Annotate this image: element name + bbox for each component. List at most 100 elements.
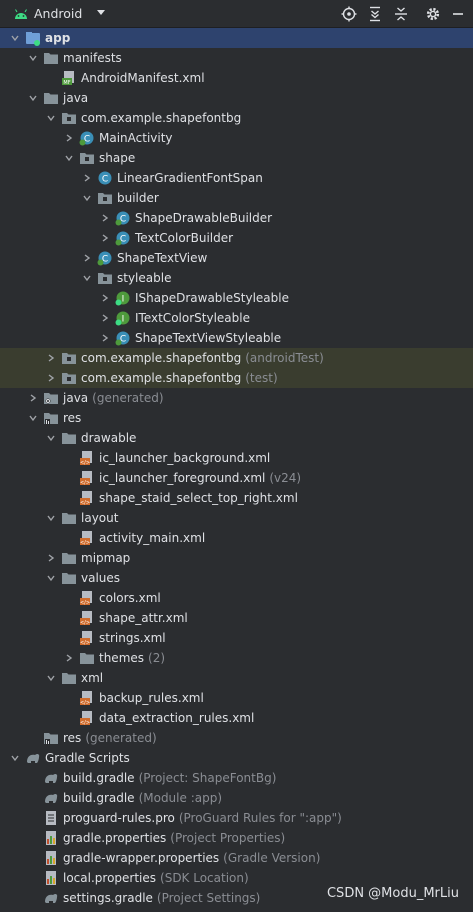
tree-row-name: values bbox=[81, 571, 121, 585]
tree-row-label: LinearGradientFontSpan bbox=[117, 168, 263, 188]
tree-row[interactable]: gradle-wrapper.properties (Gradle Version… bbox=[0, 848, 473, 868]
expand-all-icon[interactable] bbox=[367, 6, 383, 22]
chevron-down-icon[interactable] bbox=[47, 434, 55, 442]
chevron-right-icon[interactable] bbox=[101, 334, 109, 342]
tree-row[interactable]: java bbox=[0, 88, 473, 108]
resource-folder-icon bbox=[44, 733, 58, 745]
chevron-down-icon[interactable] bbox=[11, 754, 19, 762]
chevron-right-icon[interactable] bbox=[83, 174, 91, 182]
tree-row[interactable]: manifests bbox=[0, 48, 473, 68]
class-icon: C bbox=[115, 231, 130, 246]
tree-row[interactable]: local.properties (SDK Location) bbox=[0, 868, 473, 888]
tree-row-name: ic_launcher_background.xml bbox=[99, 451, 271, 465]
tree-row[interactable]: com.example.shapefontbg bbox=[0, 108, 473, 128]
chevron-down-icon[interactable] bbox=[47, 674, 55, 682]
tree-row[interactable]: build.gradle (Project: ShapeFontBg) bbox=[0, 768, 473, 788]
chevron-down-icon[interactable] bbox=[83, 274, 91, 282]
chevron-right-icon[interactable] bbox=[47, 374, 55, 382]
chevron-down-icon[interactable] bbox=[47, 514, 55, 522]
tree-row[interactable]: themes (2) bbox=[0, 648, 473, 668]
chevron-right-icon[interactable] bbox=[101, 214, 109, 222]
chevron-right-icon[interactable] bbox=[101, 294, 109, 302]
svg-text:</>: </> bbox=[80, 720, 90, 726]
tree-row-name: ShapeTextView bbox=[117, 251, 208, 265]
tree-row[interactable]: C MainActivity bbox=[0, 128, 473, 148]
tree-row[interactable]: MF AndroidManifest.xml bbox=[0, 68, 473, 88]
tree-row[interactable]: </> strings.xml bbox=[0, 628, 473, 648]
tree-row-name: themes bbox=[99, 651, 145, 665]
resource-folder-icon bbox=[44, 413, 58, 425]
tree-row[interactable]: res bbox=[0, 408, 473, 428]
chevron-right-icon[interactable] bbox=[83, 254, 91, 262]
interface-icon: I bbox=[115, 291, 130, 306]
class-icon: C bbox=[79, 131, 94, 146]
tree-row-name: styleable bbox=[117, 271, 172, 285]
tree-row[interactable]: com.example.shapefontbg (test) bbox=[0, 368, 473, 388]
chevron-right-icon[interactable] bbox=[101, 234, 109, 242]
chevron-down-icon[interactable] bbox=[96, 9, 106, 17]
locate-icon[interactable] bbox=[341, 6, 357, 22]
chevron-down-icon[interactable] bbox=[11, 34, 19, 42]
tree-row[interactable]: I ITextColorStyleable bbox=[0, 308, 473, 328]
tree-row[interactable]: mipmap bbox=[0, 548, 473, 568]
properties-file-icon bbox=[46, 871, 56, 885]
tree-row[interactable]: C ShapeDrawableBuilder bbox=[0, 208, 473, 228]
chevron-down-icon[interactable] bbox=[29, 414, 37, 422]
manifest-file-icon: MF bbox=[62, 71, 74, 86]
tree-row[interactable]: gradle.properties (Project Properties) bbox=[0, 828, 473, 848]
tree-row[interactable]: res (generated) bbox=[0, 728, 473, 748]
tree-row-label: ShapeTextViewStyleable bbox=[135, 328, 281, 348]
tree-row[interactable]: java (generated) bbox=[0, 388, 473, 408]
tree-row[interactable]: </> shape_staid_select_top_right.xml bbox=[0, 488, 473, 508]
chevron-right-icon[interactable] bbox=[47, 554, 55, 562]
view-selector-label[interactable]: Android bbox=[34, 6, 82, 21]
tree-row[interactable]: C TextColorBuilder bbox=[0, 228, 473, 248]
tree-row[interactable]: values bbox=[0, 568, 473, 588]
tree-row[interactable]: </> activity_main.xml bbox=[0, 528, 473, 548]
chevron-right-icon[interactable] bbox=[47, 354, 55, 362]
properties-file-icon bbox=[46, 831, 56, 845]
minimize-icon[interactable] bbox=[450, 6, 466, 22]
tree-row-name: drawable bbox=[81, 431, 137, 445]
tree-row-label: TextColorBuilder bbox=[135, 228, 233, 248]
class-icon: C bbox=[115, 211, 130, 226]
tree-row[interactable]: I IShapeDrawableStyleable bbox=[0, 288, 473, 308]
tree-row[interactable]: </> backup_rules.xml bbox=[0, 688, 473, 708]
tree-row[interactable]: </> shape_attr.xml bbox=[0, 608, 473, 628]
tree-row[interactable]: C LinearGradientFontSpan bbox=[0, 168, 473, 188]
chevron-right-icon[interactable] bbox=[29, 394, 37, 402]
tree-row[interactable]: </> ic_launcher_foreground.xml (v24) bbox=[0, 468, 473, 488]
tree-row[interactable]: shape bbox=[0, 148, 473, 168]
tree-row[interactable]: </> colors.xml bbox=[0, 588, 473, 608]
chevron-right-icon[interactable] bbox=[65, 654, 73, 662]
tree-row[interactable]: </> data_extraction_rules.xml bbox=[0, 708, 473, 728]
settings-icon[interactable] bbox=[425, 6, 441, 22]
chevron-down-icon[interactable] bbox=[47, 574, 55, 582]
tree-row[interactable]: styleable bbox=[0, 268, 473, 288]
chevron-down-icon[interactable] bbox=[29, 94, 37, 102]
tree-row[interactable]: build.gradle (Module :app) bbox=[0, 788, 473, 808]
tree-row[interactable]: proguard-rules.pro (ProGuard Rules for ":… bbox=[0, 808, 473, 828]
xml-file-icon: </> bbox=[80, 611, 92, 626]
tree-row[interactable]: C ShapeTextView bbox=[0, 248, 473, 268]
tree-row[interactable]: com.example.shapefontbg (androidTest) bbox=[0, 348, 473, 368]
chevron-right-icon[interactable] bbox=[65, 134, 73, 142]
collapse-all-icon[interactable] bbox=[393, 6, 409, 22]
tree-row-name: manifests bbox=[63, 51, 122, 65]
tree-row[interactable]: layout bbox=[0, 508, 473, 528]
chevron-down-icon[interactable] bbox=[29, 54, 37, 62]
tree-row[interactable]: Gradle Scripts bbox=[0, 748, 473, 768]
tree-row[interactable]: builder bbox=[0, 188, 473, 208]
tree-row[interactable]: drawable bbox=[0, 428, 473, 448]
tree-row-label: shape_attr.xml bbox=[99, 608, 188, 628]
tree-row[interactable]: app bbox=[0, 28, 473, 48]
tree-row-label: builder bbox=[117, 188, 159, 208]
chevron-right-icon[interactable] bbox=[101, 314, 109, 322]
properties-file-icon bbox=[46, 851, 56, 865]
chevron-down-icon[interactable] bbox=[47, 114, 55, 122]
tree-row[interactable]: </> ic_launcher_background.xml bbox=[0, 448, 473, 468]
tree-row[interactable]: C ShapeTextViewStyleable bbox=[0, 328, 473, 348]
tree-row[interactable]: xml bbox=[0, 668, 473, 688]
chevron-down-icon[interactable] bbox=[65, 154, 73, 162]
chevron-down-icon[interactable] bbox=[83, 194, 91, 202]
